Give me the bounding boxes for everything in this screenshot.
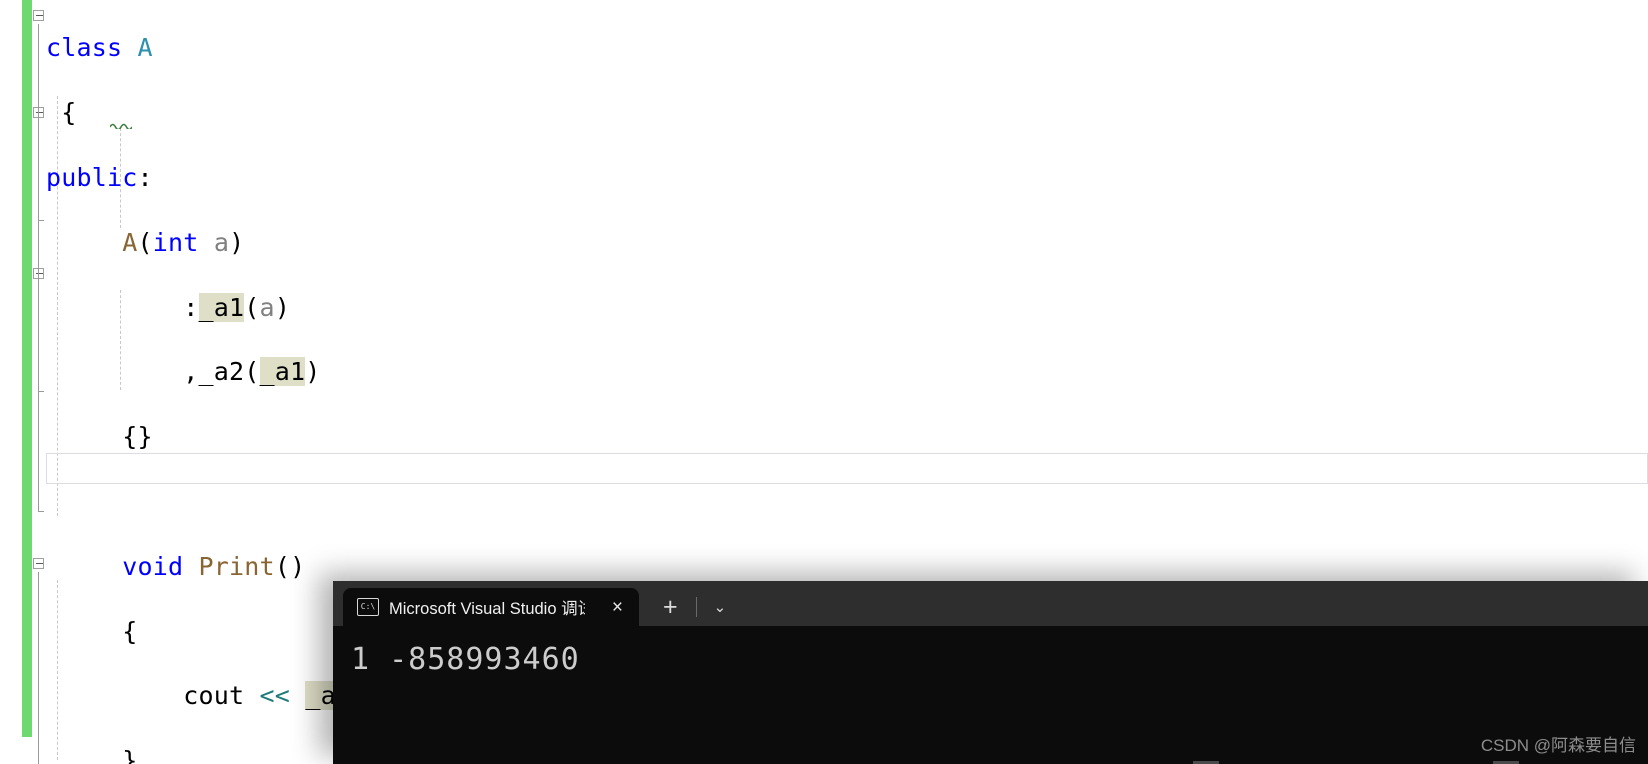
terminal-output-line: 1 -858993460 <box>351 642 580 677</box>
code-line-7: {} <box>46 422 153 452</box>
fold-toggle-class-a[interactable] <box>33 10 44 21</box>
terminal-tab-actions: + ⌄ <box>647 588 741 626</box>
code-line-6: ,_a2(_a1) <box>46 357 321 387</box>
csdn-watermark: CSDN @阿森要自信 <box>1480 736 1636 755</box>
fold-toggle-main[interactable] <box>33 558 44 569</box>
code-line-2: { <box>46 98 77 128</box>
screenshot-root: class A { public: A(int a) :_a1(a) ,_a2(… <box>0 0 1648 764</box>
unsaved-change-bar <box>22 0 32 737</box>
taskbar-hint <box>1193 760 1573 764</box>
debug-console-window[interactable]: C:\ Microsoft Visual Studio 调试控 × + ⌄ 1 … <box>333 581 1648 764</box>
fold-guide-main <box>38 572 39 764</box>
toolbar-divider <box>695 597 697 617</box>
console-cmd-icon: C:\ <box>357 598 379 616</box>
terminal-tab-title: Microsoft Visual Studio 调试控 <box>389 600 585 618</box>
code-line-5: :_a1(a) <box>46 292 291 322</box>
new-tab-plus-icon[interactable]: + <box>647 594 694 620</box>
code-line-9: void Print() <box>122 551 306 581</box>
close-icon[interactable]: × <box>606 598 629 617</box>
fold-guide-class <box>38 24 44 512</box>
terminal-output-area[interactable]: 1 -858993460 CSDN @阿森要自信 <box>333 626 1648 764</box>
terminal-tab[interactable]: C:\ Microsoft Visual Studio 调试控 × <box>343 588 639 626</box>
code-line-4: A(int a) <box>122 227 245 257</box>
fold-guide-print <box>38 282 44 392</box>
code-line-1: class A <box>46 33 153 63</box>
terminal-title-bar[interactable]: C:\ Microsoft Visual Studio 调试控 × + ⌄ <box>333 581 1648 626</box>
chevron-down-icon[interactable]: ⌄ <box>699 600 742 615</box>
code-line-3: public: <box>46 163 153 192</box>
fold-guide-ctor <box>38 121 44 221</box>
